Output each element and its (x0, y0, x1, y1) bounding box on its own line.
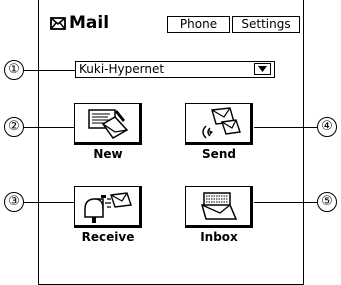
callout-2: ② (4, 117, 24, 137)
dropdown-arrow-icon[interactable] (254, 63, 271, 75)
inbox-button[interactable]: Inbox (180, 186, 258, 244)
app-title-text: Mail (69, 13, 110, 33)
send-mail-label: Send (202, 147, 236, 161)
receive-mail-button[interactable]: Receive (69, 186, 147, 244)
account-select[interactable]: Kuki-Hypernet (75, 61, 275, 78)
callout-1-line (24, 70, 75, 72)
callout-3-line (24, 202, 75, 204)
callout-4-line (254, 127, 317, 129)
account-select-value: Kuki-Hypernet (79, 62, 165, 76)
new-mail-button[interactable]: New (69, 103, 147, 161)
callout-2-line (24, 127, 75, 129)
callout-4: ④ (317, 117, 337, 137)
callout-1: ① (4, 60, 24, 80)
send-mail-button[interactable]: Send (180, 103, 258, 161)
inbox-icon (185, 186, 253, 228)
callout-5-line (254, 202, 317, 204)
app-title: Mail (50, 13, 109, 33)
settings-button[interactable]: Settings (232, 16, 300, 33)
new-mail-icon (74, 103, 142, 145)
callout-5: ⑤ (317, 192, 337, 212)
receive-mail-icon (74, 186, 142, 228)
inbox-label: Inbox (200, 230, 238, 244)
new-mail-label: New (93, 147, 123, 161)
send-mail-icon (185, 103, 253, 145)
callout-3: ③ (4, 192, 24, 212)
phone-button[interactable]: Phone (167, 16, 230, 33)
receive-mail-label: Receive (81, 230, 135, 244)
envelope-icon (50, 16, 66, 30)
